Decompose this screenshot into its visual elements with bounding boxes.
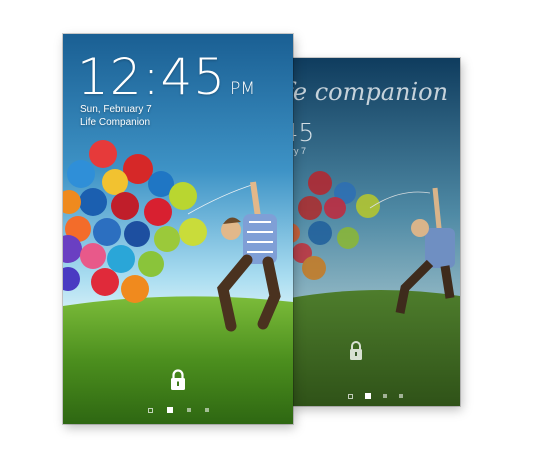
page-indicator: [63, 407, 293, 413]
page-dot: [382, 394, 387, 398]
clock-digits: 12:45: [77, 48, 227, 106]
page-dot: [147, 407, 153, 413]
page-dot: [347, 393, 353, 399]
back-wallpaper: [290, 58, 460, 406]
page-dot: [186, 408, 191, 412]
back-page-indicator: [290, 393, 460, 399]
back-phone-screen: fe companion :45 ebruary 7: [290, 58, 460, 406]
owner-info: Life Companion: [80, 117, 151, 128]
page-dot: [204, 408, 209, 412]
padlock-icon[interactable]: [348, 341, 364, 361]
padlock-icon[interactable]: [169, 369, 187, 391]
page-dot: [398, 394, 403, 398]
date-line: Sun, February 7: [80, 104, 152, 115]
back-clock-time: :45: [290, 118, 315, 147]
front-phone-screen: 12:45 PM Sun, February 7 Life Companion: [63, 34, 293, 424]
page-dot-active: [166, 407, 173, 413]
back-owner-info: fe companion: [290, 78, 449, 106]
clock-ampm: PM: [230, 79, 256, 99]
page-dot-active: [364, 393, 371, 399]
